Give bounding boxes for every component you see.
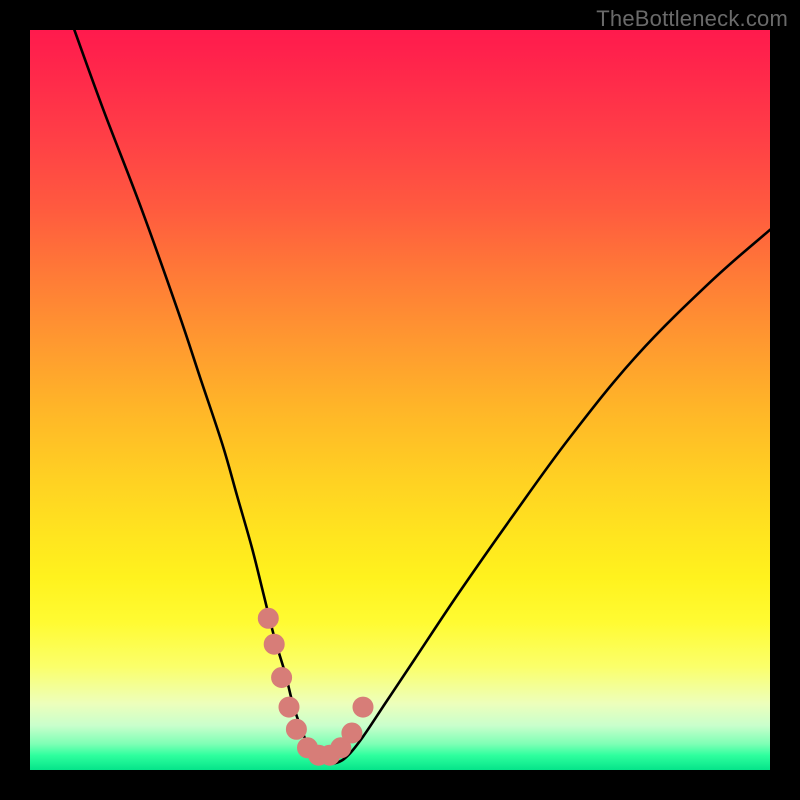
chart-frame: TheBottleneck.com	[0, 0, 800, 800]
curve-dot	[286, 719, 306, 739]
bottleneck-curve	[74, 30, 770, 764]
plot-area	[30, 30, 770, 770]
curve-dot	[272, 668, 292, 688]
curve-dot	[264, 634, 284, 654]
watermark-text: TheBottleneck.com	[596, 6, 788, 32]
curve-dot	[342, 723, 362, 743]
curve-dot	[353, 697, 373, 717]
curve-dot	[258, 608, 278, 628]
curve-dots	[258, 608, 373, 765]
chart-svg	[30, 30, 770, 770]
curve-path	[74, 30, 770, 764]
curve-dot	[279, 697, 299, 717]
